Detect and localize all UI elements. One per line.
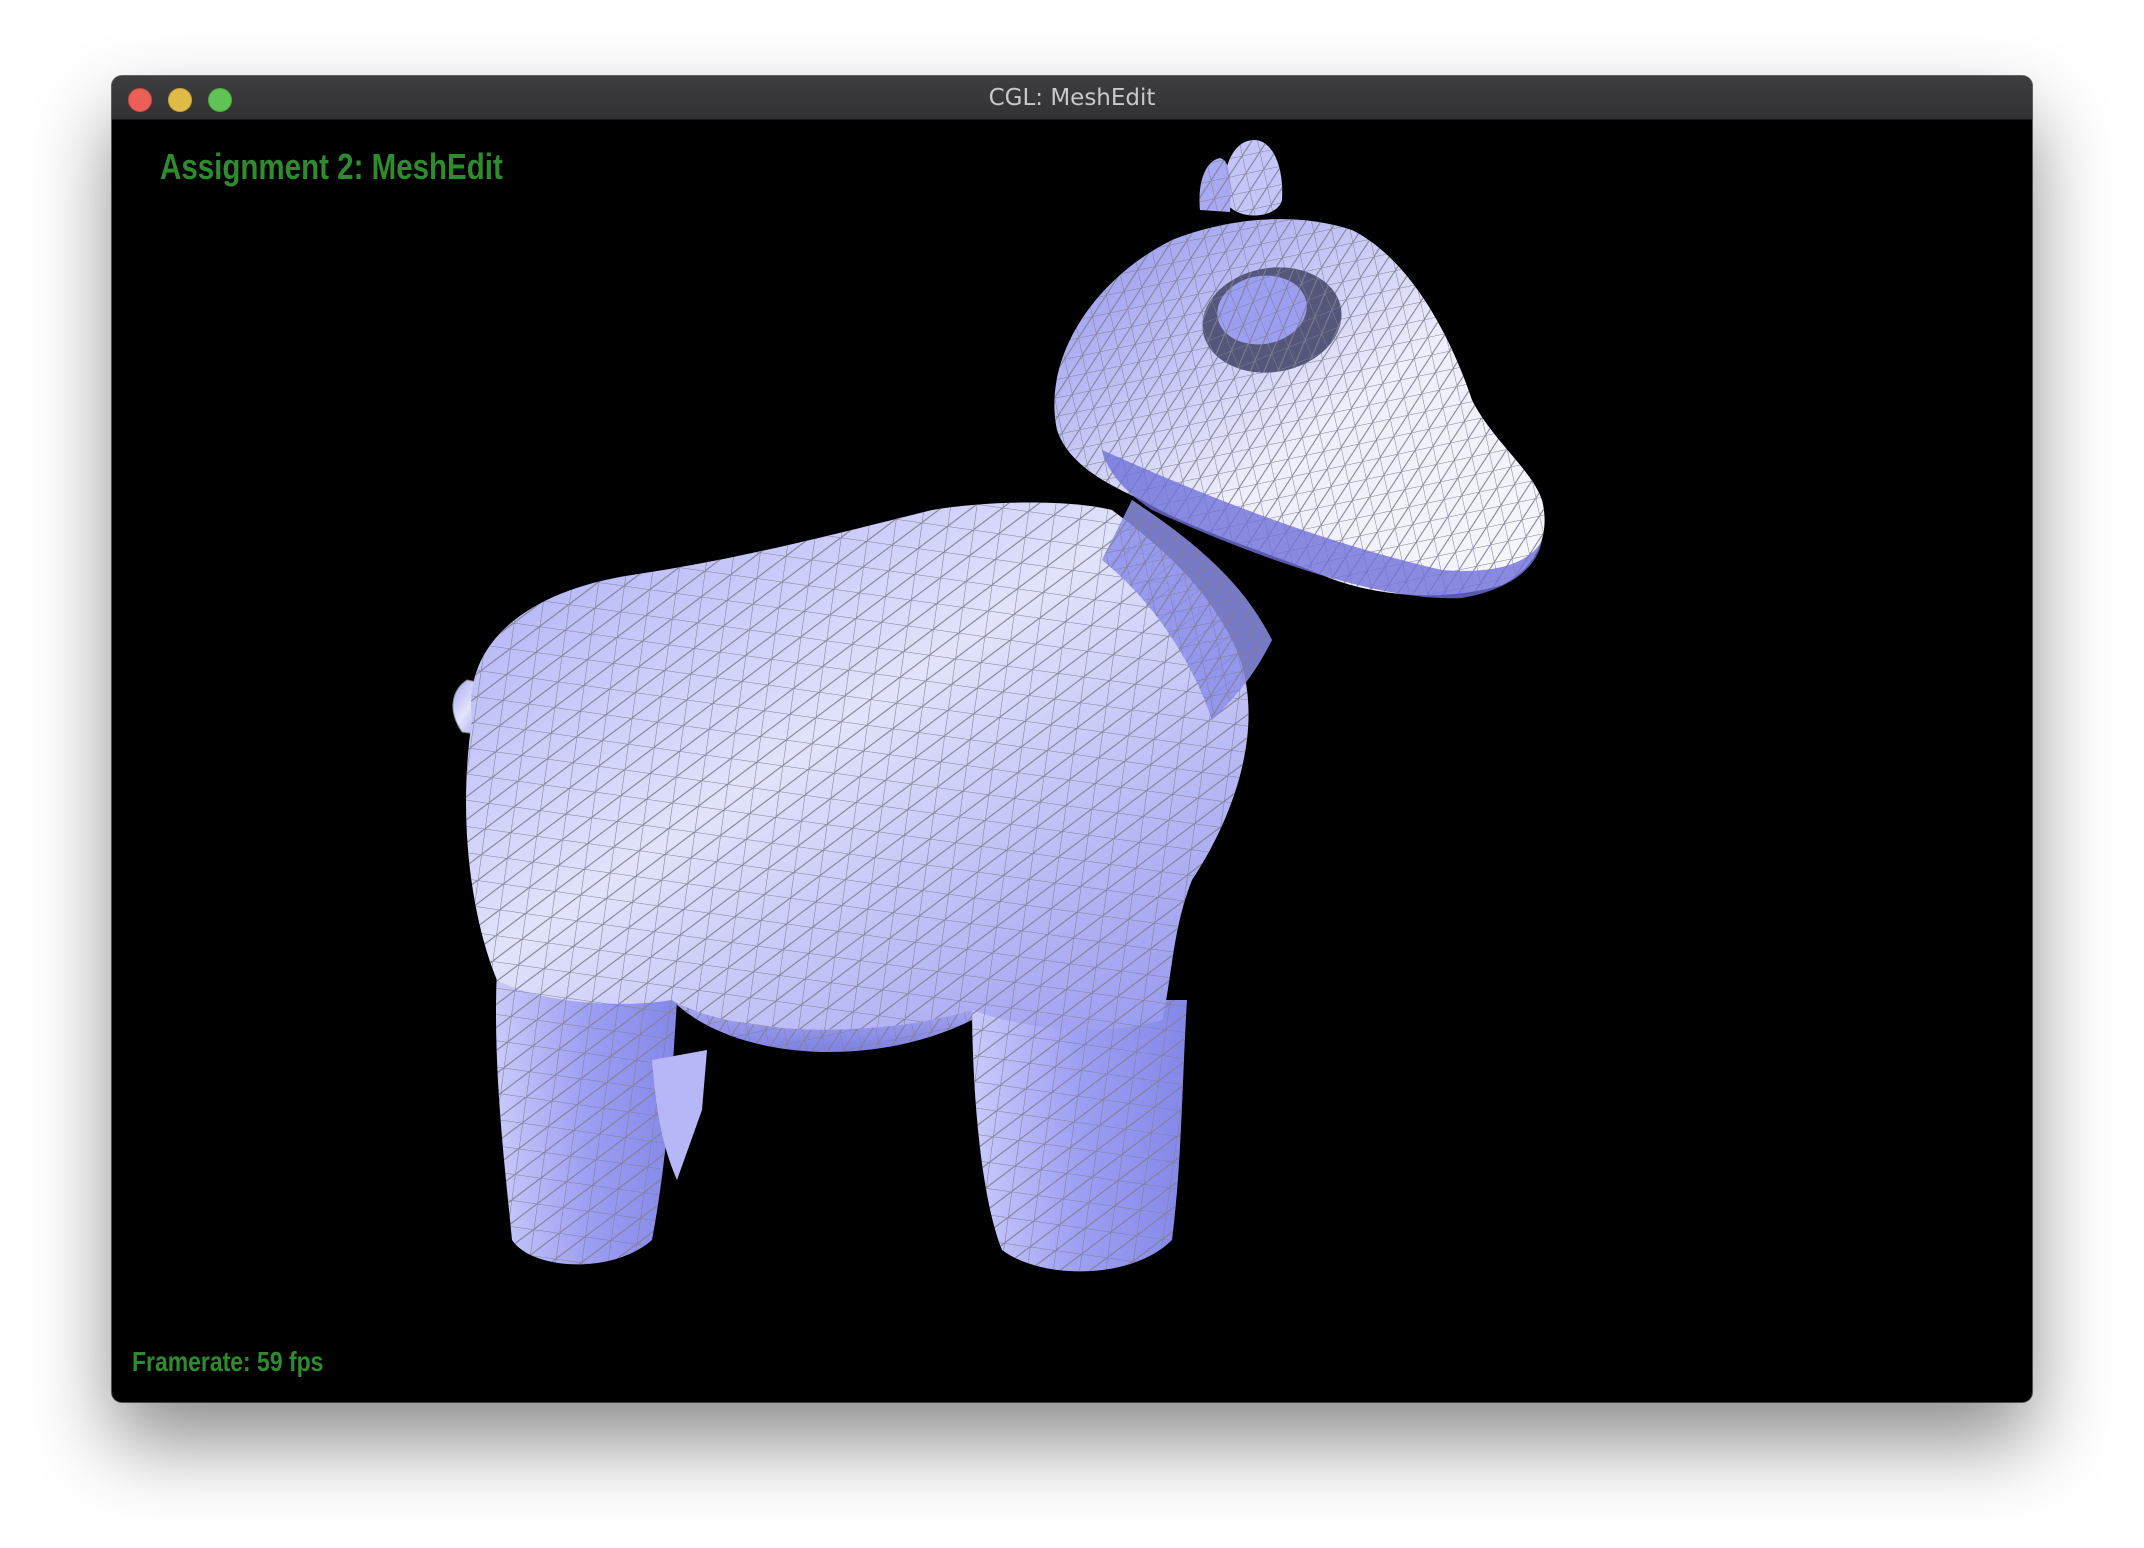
assignment-heading: Assignment 2: MeshEdit: [160, 146, 503, 187]
title-bar[interactable]: CGL: MeshEdit: [112, 76, 2032, 120]
render-viewport[interactable]: Assignment 2: MeshEdit Framerate: 59 fps: [112, 120, 2032, 1402]
framerate-readout: Framerate: 59 fps: [132, 1346, 324, 1377]
window-title: CGL: MeshEdit: [988, 85, 1156, 111]
cow-mesh-model[interactable]: [112, 120, 2032, 1402]
app-window: CGL: MeshEdit Assignment 2: MeshEdit Fra…: [112, 76, 2032, 1402]
